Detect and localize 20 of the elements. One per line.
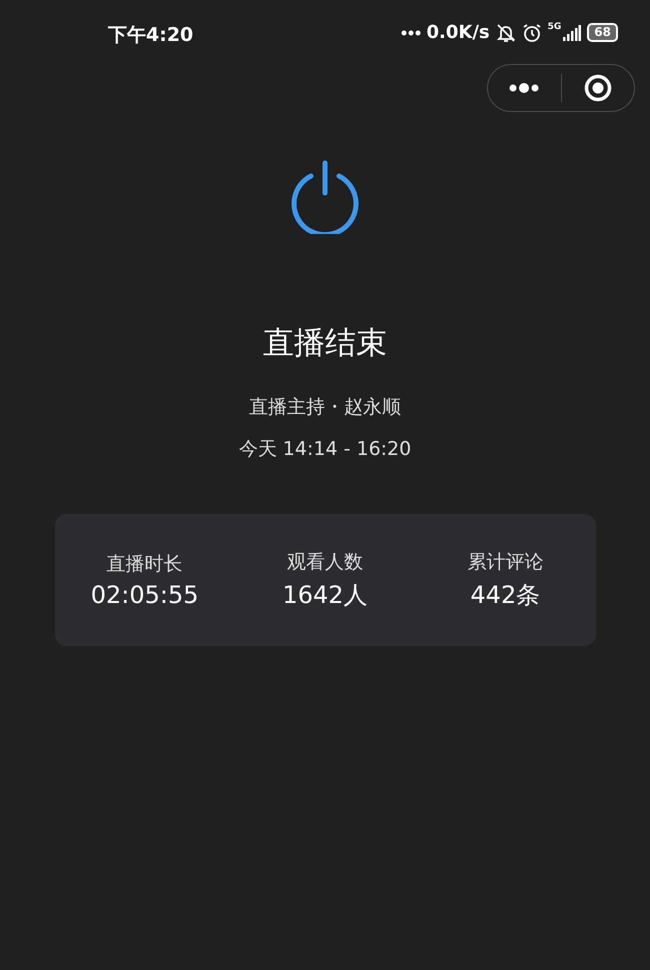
more-icon: [509, 82, 540, 94]
network-type: 5G: [548, 22, 562, 32]
alarm-icon: [522, 22, 542, 42]
stat-label: 观看人数: [286, 550, 363, 575]
battery-level: 68: [587, 23, 618, 42]
live-time-range: 今天 14:14 - 16:20: [238, 437, 412, 462]
status-time: 下午4:20: [108, 23, 194, 48]
target-icon: [584, 74, 612, 102]
notification-dots-icon: [400, 28, 421, 36]
muted-bell-icon: [496, 22, 516, 42]
live-ended-title: 直播结束: [263, 324, 387, 363]
stat-value: 442条: [470, 580, 540, 611]
power-icon: [289, 160, 361, 234]
stat-label: 直播时长: [106, 552, 183, 577]
signal-icon: [563, 24, 582, 40]
host-name: 直播主持・赵永顺: [249, 395, 401, 420]
stat-label: 累计评论: [467, 550, 544, 575]
network-speed: 0.0K/s: [426, 22, 490, 43]
stat-value: 1642人: [282, 580, 368, 611]
stat-value: 02:05:55: [90, 581, 199, 609]
